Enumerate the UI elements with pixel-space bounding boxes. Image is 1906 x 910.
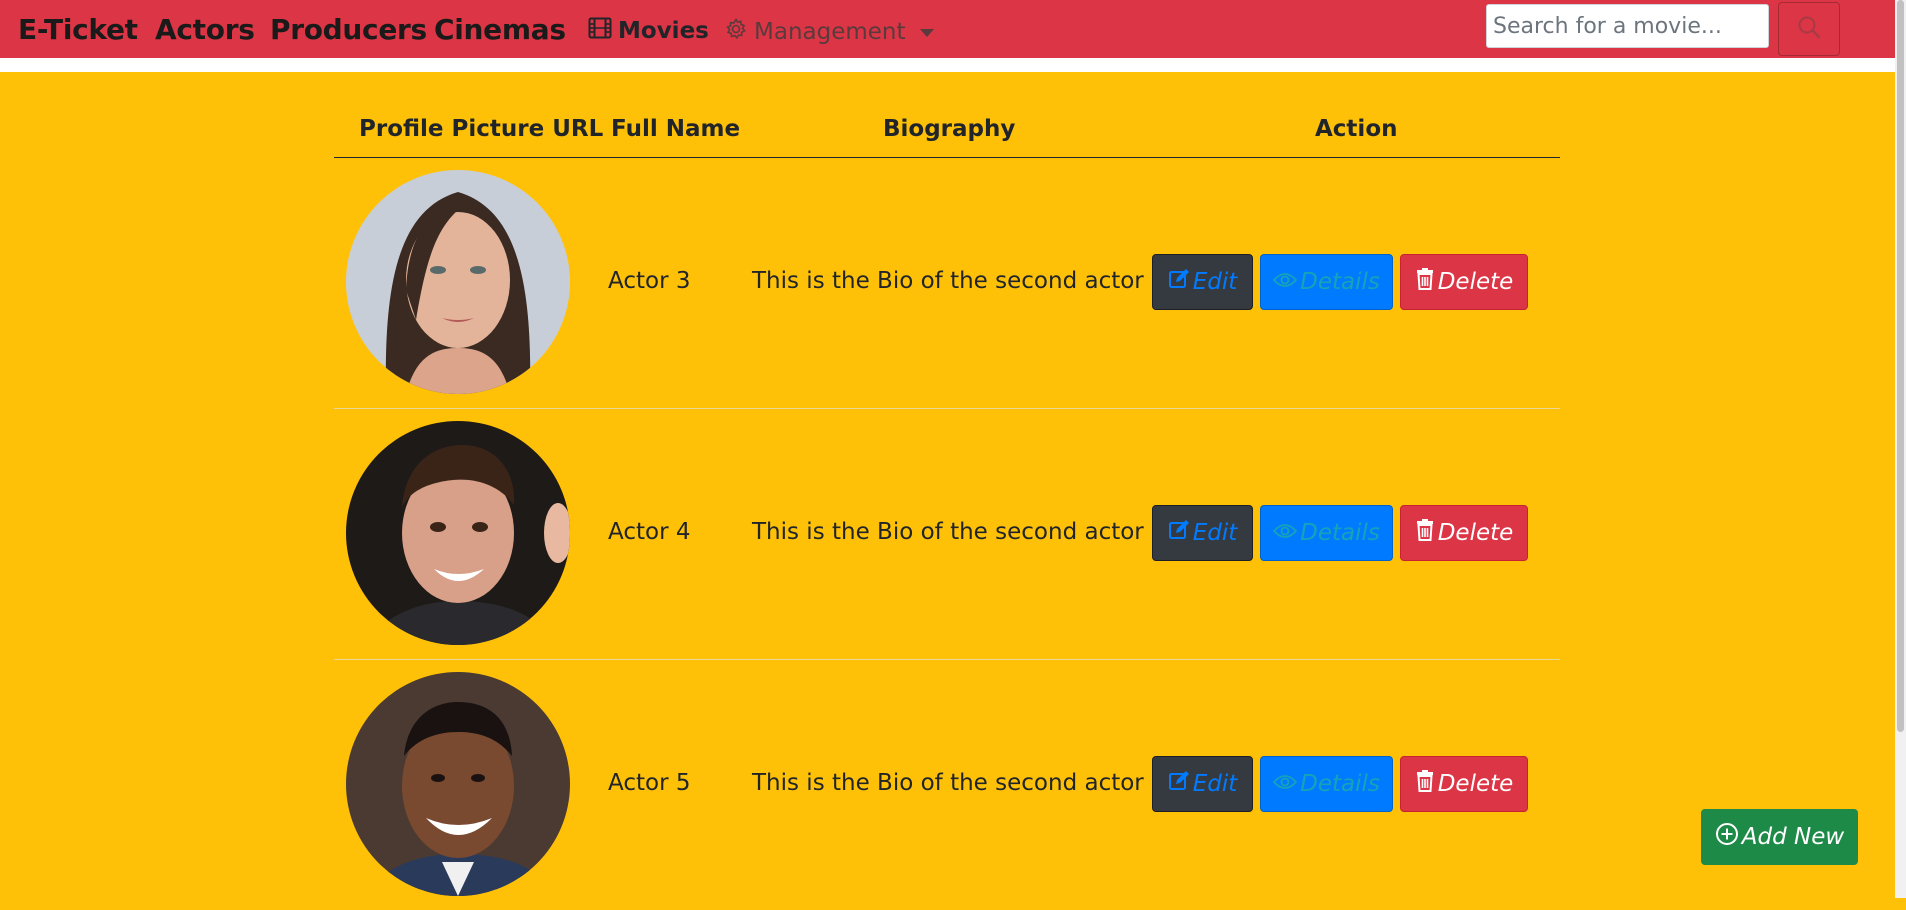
search-button[interactable] xyxy=(1778,2,1840,56)
actor-full-name: Actor 3 xyxy=(608,268,691,294)
actor-full-name: Actor 4 xyxy=(608,519,691,545)
plus-circle-icon xyxy=(1715,822,1739,852)
delete-button[interactable]: Delete xyxy=(1400,254,1528,310)
eye-icon xyxy=(1272,269,1298,295)
management-dropdown[interactable]: Management xyxy=(724,17,934,47)
details-button[interactable]: Details xyxy=(1260,505,1393,561)
nav-link-actors[interactable]: Actors xyxy=(155,13,255,46)
edit-button[interactable]: Edit xyxy=(1152,254,1253,310)
delete-label: Delete xyxy=(1437,269,1514,295)
table-header: Profile Picture URL Full Name Biography … xyxy=(334,104,1560,158)
nav-link-cinemas[interactable]: Cinemas xyxy=(434,13,566,46)
search-icon xyxy=(1796,14,1822,44)
edit-button[interactable]: Edit xyxy=(1152,505,1253,561)
navbar: E-Ticket Actors Producers Cinemas Movies xyxy=(0,0,1895,58)
edit-icon xyxy=(1168,519,1190,547)
management-label: Management xyxy=(754,19,906,45)
actor-biography: This is the Bio of the second actor xyxy=(752,770,1144,796)
actor-biography: This is the Bio of the second actor xyxy=(752,268,1144,294)
brand-link[interactable]: E-Ticket xyxy=(18,13,138,46)
actor-avatar xyxy=(346,170,570,394)
eye-icon xyxy=(1272,771,1298,797)
delete-button[interactable]: Delete xyxy=(1400,756,1528,812)
edit-icon xyxy=(1168,268,1190,296)
edit-label: Edit xyxy=(1192,269,1238,295)
details-button[interactable]: Details xyxy=(1260,756,1393,812)
actor-biography: This is the Bio of the second actor xyxy=(752,519,1144,545)
trash-icon xyxy=(1415,268,1435,296)
gear-icon xyxy=(724,17,748,47)
caret-down-icon xyxy=(919,29,934,37)
nav-link-producers[interactable]: Producers xyxy=(270,13,427,46)
edit-icon xyxy=(1168,770,1190,798)
details-label: Details xyxy=(1300,520,1380,546)
navbar-divider xyxy=(0,58,1895,72)
header-profile-picture: Profile Picture URL xyxy=(359,116,604,142)
details-label: Details xyxy=(1300,269,1380,295)
add-new-button[interactable]: Add New xyxy=(1701,809,1858,865)
search-input[interactable] xyxy=(1486,4,1769,48)
delete-label: Delete xyxy=(1437,771,1514,797)
actor-avatar xyxy=(346,672,570,896)
details-label: Details xyxy=(1300,771,1380,797)
eye-icon xyxy=(1272,520,1298,546)
details-button[interactable]: Details xyxy=(1260,254,1393,310)
delete-label: Delete xyxy=(1437,520,1514,546)
delete-button[interactable]: Delete xyxy=(1400,505,1528,561)
actors-table: Profile Picture URL Full Name Biography … xyxy=(334,104,1560,910)
table-row: Actor 5 This is the Bio of the second ac… xyxy=(334,660,1560,910)
header-action: Action xyxy=(1315,116,1398,142)
film-icon xyxy=(588,17,612,45)
scrollbar-thumb[interactable] xyxy=(1897,0,1904,732)
nav-movies-label: Movies xyxy=(618,18,709,44)
table-row: Actor 3 This is the Bio of the second ac… xyxy=(334,158,1560,409)
actor-full-name: Actor 5 xyxy=(608,770,691,796)
trash-icon xyxy=(1415,519,1435,547)
header-full-name: Full Name xyxy=(611,116,741,142)
edit-label: Edit xyxy=(1192,520,1238,546)
edit-label: Edit xyxy=(1192,771,1238,797)
table-row: Actor 4 This is the Bio of the second ac… xyxy=(334,409,1560,660)
add-new-label: Add New xyxy=(1741,824,1845,850)
header-biography: Biography xyxy=(883,116,1016,142)
edit-button[interactable]: Edit xyxy=(1152,756,1253,812)
actor-avatar xyxy=(346,421,570,645)
trash-icon xyxy=(1415,770,1435,798)
nav-link-movies[interactable]: Movies xyxy=(588,17,709,45)
